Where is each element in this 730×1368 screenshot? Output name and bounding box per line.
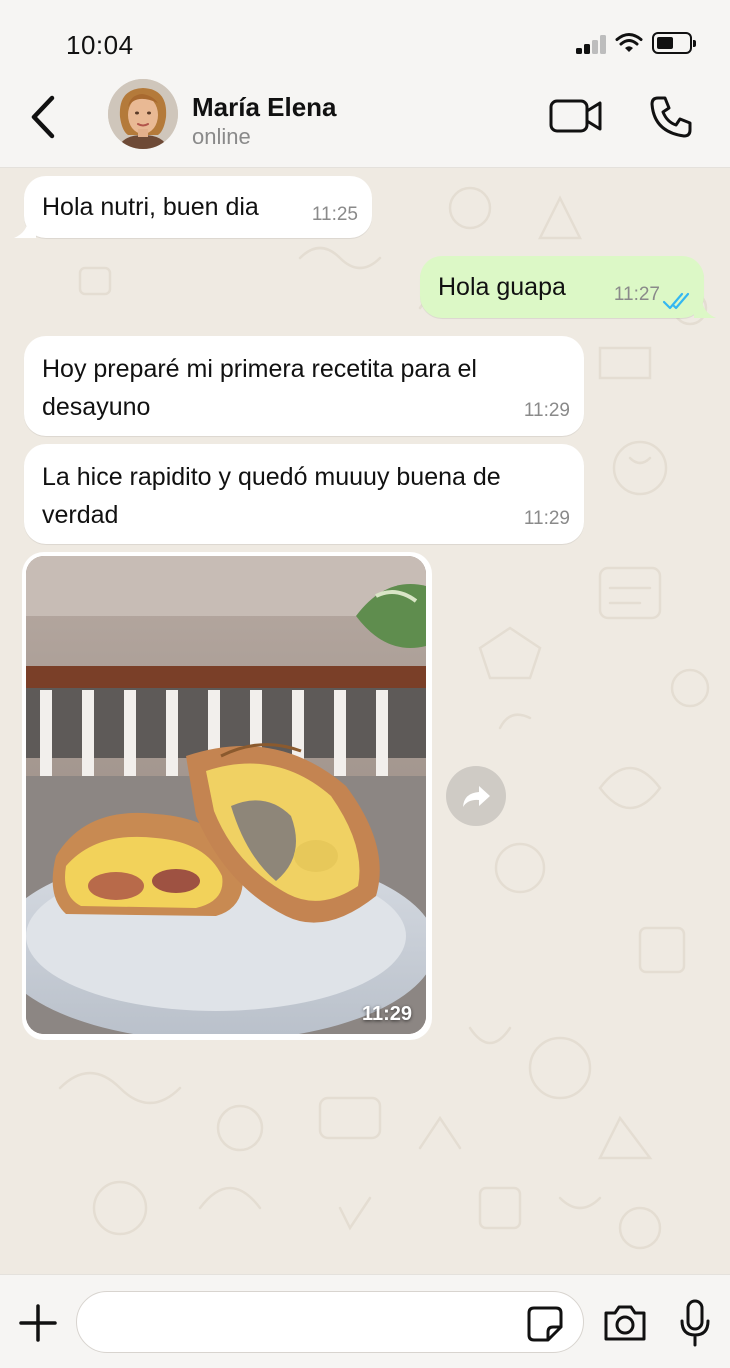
forward-icon (463, 786, 490, 807)
status-bar: 10:04 (0, 0, 730, 70)
phone-icon[interactable] (648, 94, 694, 140)
message-time: 11:29 (523, 400, 570, 421)
avatar[interactable] (108, 79, 178, 149)
message-bubble-incoming[interactable]: Hoy preparé mi primera recetita para el … (24, 336, 584, 436)
message-bubble-incoming[interactable]: La hice rapidito y quedó muuuy buena de … (24, 444, 584, 544)
read-receipt-icon (662, 292, 690, 310)
message-text: Hola guapa (438, 273, 566, 301)
message-time: 11:29 (523, 508, 570, 529)
bubble-tail (14, 218, 36, 238)
message-bubble-outgoing[interactable]: Hola guapa 11:27 (420, 256, 716, 318)
message-time: 11:27 (613, 284, 660, 305)
burrito-photo[interactable]: 11:29 (26, 556, 426, 1034)
message-time: 11:25 (311, 204, 358, 225)
contact-presence: online (192, 124, 251, 149)
battery-icon (652, 32, 696, 54)
message-composer (0, 1274, 730, 1368)
message-text: La hice rapidito y quedó muuuy buena de … (42, 463, 501, 529)
wifi-icon (615, 33, 643, 52)
plus-icon[interactable] (18, 1303, 58, 1343)
camera-icon[interactable] (602, 1303, 648, 1343)
message-bubble-incoming[interactable]: Hola nutri, buen dia 11:25 (14, 176, 372, 238)
back-icon[interactable] (26, 94, 62, 140)
image-time: 11:29 (361, 1003, 412, 1025)
cellular-signal-icon (576, 34, 608, 54)
video-call-icon[interactable] (548, 96, 604, 136)
microphone-icon[interactable] (680, 1299, 710, 1347)
message-text: Hola nutri, buen dia (42, 193, 259, 221)
chat-area[interactable]: Hola nutri, buen dia 11:25 Hola guapa 11… (0, 168, 730, 1274)
image-message[interactable]: 11:29 (22, 552, 432, 1040)
chat-header: María Elena online (0, 70, 730, 168)
status-time: 10:04 (66, 30, 134, 60)
message-text: Hoy preparé mi primera recetita para el … (42, 355, 477, 421)
forward-button[interactable] (446, 766, 506, 826)
contact-name[interactable]: María Elena (192, 92, 337, 123)
bubble-tail (694, 298, 716, 318)
sticker-icon[interactable] (526, 1305, 564, 1343)
message-input[interactable] (76, 1291, 584, 1353)
